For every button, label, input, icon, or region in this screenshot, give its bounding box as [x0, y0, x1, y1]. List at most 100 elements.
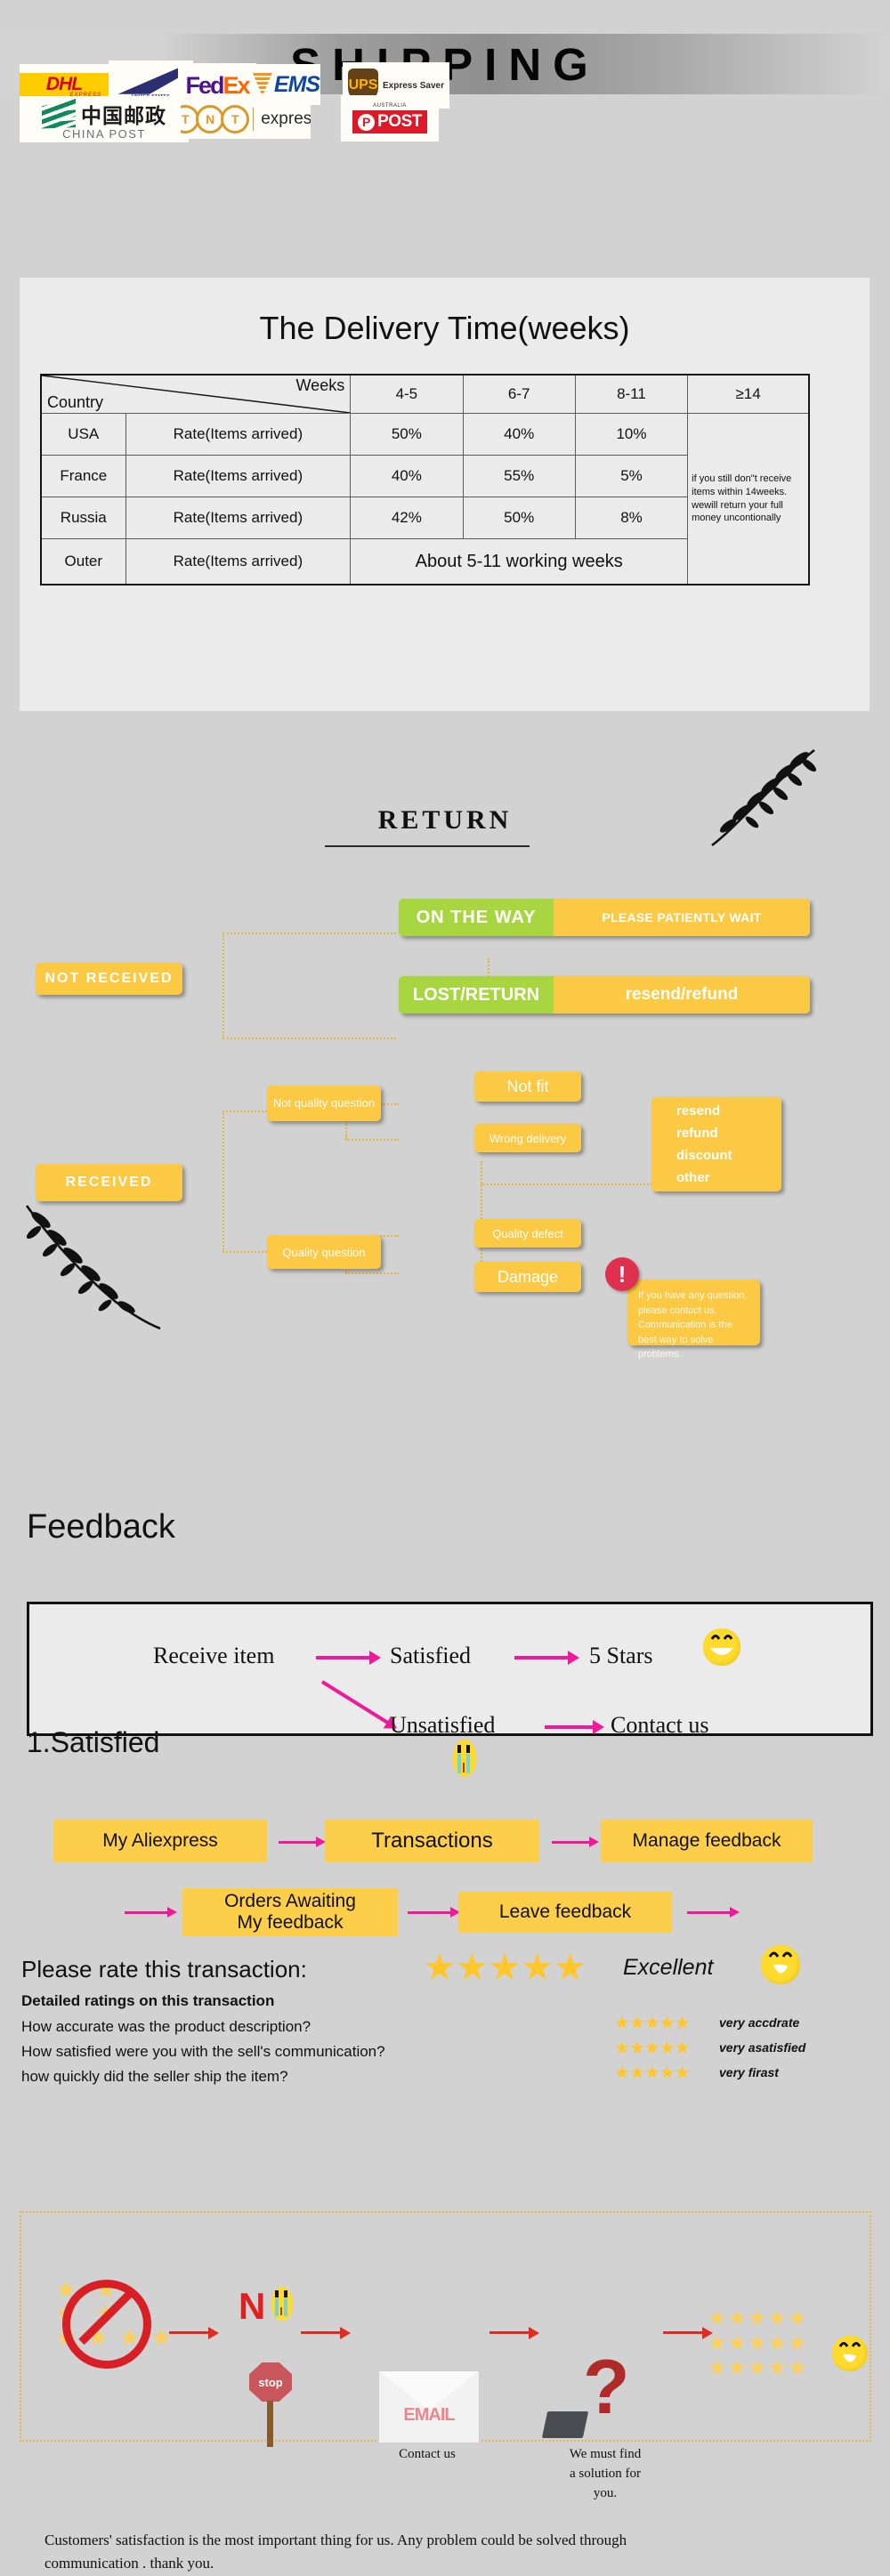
outer-span-text: About 5-11 working weeks: [350, 538, 689, 585]
flow-wrong-delivery-label: Wrong delivery: [489, 1131, 567, 1145]
tnt-mark: T N T express: [181, 105, 311, 133]
row-country-russia: Russia: [40, 497, 126, 539]
feedback-heading: Feedback: [27, 1508, 175, 1546]
row-country-usa: USA: [40, 413, 126, 456]
vine-decoration-bottom-icon: [18, 1197, 187, 1339]
crying-face-icon: [453, 1740, 476, 1777]
flow-not-quality-label: Not quality question: [272, 1096, 376, 1110]
flow-lost-return: LOST/RETURN resend/refund: [399, 976, 810, 1013]
delivery-title: The Delivery Time(weeks): [259, 310, 630, 346]
flow-orders-awaiting: Orders Awaiting My feedback: [182, 1888, 398, 1936]
ems-chevron-icon: [252, 73, 272, 96]
tnt-circle-t2: T: [221, 105, 250, 133]
rate-word-1: very accdrate: [719, 2015, 800, 2030]
excellent-smiley-icon: [761, 1945, 800, 1984]
flow-wrong-delivery: Wrong delivery: [474, 1124, 581, 1152]
arrow-aliexpress-to-transactions: [279, 1837, 326, 1847]
caption-contact-us: Contact us: [399, 2447, 456, 2461]
fedex-mark: FedEx: [185, 71, 250, 100]
flow-damage-label: Damage: [497, 1267, 559, 1286]
arrow-receive-to-satisfied: [316, 1651, 381, 1665]
flow-not-received-label: NOT RECEIVED: [44, 971, 174, 986]
rate-stars-1: ★★★★★: [614, 2014, 691, 2033]
stop-sign-pole: [267, 2401, 273, 2447]
russia-6-7: 50%: [462, 497, 576, 539]
exclamation-icon: !: [605, 1257, 639, 1291]
footer-line-2: communication . thank you.: [44, 2555, 214, 2572]
return-title-underline: [325, 845, 530, 847]
connector-notreceived-vertical: [222, 933, 224, 1039]
outcome-discount: discount: [676, 1148, 732, 1163]
flow-lost-return-action: resend/refund: [554, 976, 810, 1013]
caption-solution: We must find a solution for you.: [534, 2445, 676, 2503]
flow-manage-feedback: Manage feedback: [601, 1820, 813, 1862]
rate-question-1: How accurate was the product description…: [21, 2018, 312, 2035]
flow-on-the-way: ON THE WAY PLEASE PATIENTLY WAIT: [399, 899, 810, 936]
usa-6-7: 40%: [462, 413, 576, 456]
footer-note: Customers' satisfaction is the most impo…: [44, 2529, 846, 2576]
bottom-happy-smiley-icon: [832, 2336, 868, 2371]
row-rate-france: Rate(Items arrived): [125, 455, 352, 497]
china-post-english: CHINA POST: [62, 126, 146, 141]
email-envelope-icon: EMAIL: [378, 2370, 480, 2443]
flow-received-label: RECEIVED: [65, 1175, 153, 1190]
no-entry-icon: [62, 2280, 151, 2369]
fedex-ex: Ex: [222, 71, 250, 99]
col-header-4-5: 4-5: [350, 374, 464, 414]
row-country-outer: Outer: [40, 538, 126, 585]
ems-wordmark: EMS: [273, 71, 320, 97]
rate-question-2: How satisfied were you with the sell's c…: [21, 2043, 385, 2060]
connector-notquality-wrong: [345, 1139, 399, 1141]
outcome-refund: refund: [676, 1126, 718, 1141]
usps-eagle-icon: [117, 65, 184, 94]
au-post-mark: AUSTRALIA P POST: [341, 95, 439, 141]
vine-decoration-top-icon: [685, 746, 819, 852]
table-header-diagonal-cell: Weeks Country: [40, 374, 352, 414]
dhl-wordmark: DHL: [45, 73, 83, 94]
rate-prompt: Please rate this transaction:: [21, 1956, 307, 1982]
stop-sign-icon: stop: [249, 2362, 292, 2402]
delivery-note-cell: if you still don"t receive items within …: [687, 413, 810, 585]
china-post-emblem-icon: [42, 98, 76, 129]
carrier-logo-china-post: 中国邮政 CHINA POST: [20, 96, 189, 142]
tnt-express-word: express: [261, 109, 311, 128]
laptop-icon: [541, 2411, 589, 2438]
arrow-bottom-4: [663, 2326, 713, 2339]
rate-word-3: very firast: [719, 2065, 779, 2079]
rate-stars-3: ★★★★★: [614, 2063, 691, 2083]
no-letter-label: N: [239, 2285, 266, 2327]
russia-4-5: 42%: [350, 497, 464, 539]
connector-received-to-quality: [222, 1251, 267, 1253]
flow-not-fit: Not fit: [474, 1071, 581, 1102]
ems-mark: EMS: [252, 71, 320, 98]
fedex-fed: Fed: [185, 71, 224, 99]
connector-received-vertical: [222, 1110, 224, 1253]
usa-8-11: 10%: [574, 413, 689, 456]
feedback-unsatisfied: Unsatisfied: [390, 1712, 496, 1738]
flow-leave-feedback: Leave feedback: [458, 1892, 672, 1933]
ups-service-label: Express Saver: [383, 80, 444, 91]
email-label: EMAIL: [403, 2405, 455, 2426]
flow-not-quality-question: Not quality question: [267, 1086, 381, 1121]
usa-4-5: 50%: [350, 413, 464, 456]
tnt-divider: [253, 108, 255, 131]
rate-word-2: very asatisfied: [719, 2040, 806, 2055]
caption-solution-line2: a solution for: [570, 2466, 641, 2481]
au-post-country: AUSTRALIA: [373, 103, 407, 109]
row-rate-russia: Rate(Items arrived): [125, 497, 352, 539]
carrier-logo-australia-post: AUSTRALIA P POST: [341, 95, 439, 141]
arrow-transactions-to-manage: [552, 1837, 599, 1847]
table-row: USA Rate(Items arrived) 50% 40% 10% if y…: [40, 413, 810, 585]
china-post-row: 中国邮政: [42, 98, 166, 129]
connector-right-column: [481, 1161, 482, 1272]
flow-outcomes: resend refund discount other: [651, 1097, 781, 1191]
flow-quality-defect-label: Quality defect: [492, 1226, 563, 1240]
return-note: If you have any question, please contoct…: [627, 1280, 760, 1360]
flow-quality-label: Quality question: [282, 1245, 366, 1259]
arrow-bottom-3: [490, 2326, 539, 2339]
orders-awaiting-line1: Orders Awaiting: [224, 1891, 356, 1912]
france-8-11: 5%: [574, 455, 689, 497]
feedback-five-stars: 5 Stars: [589, 1643, 653, 1668]
col-header-14plus: ≥14: [687, 374, 810, 414]
flow-lost-return-label: LOST/RETURN: [399, 976, 554, 1013]
